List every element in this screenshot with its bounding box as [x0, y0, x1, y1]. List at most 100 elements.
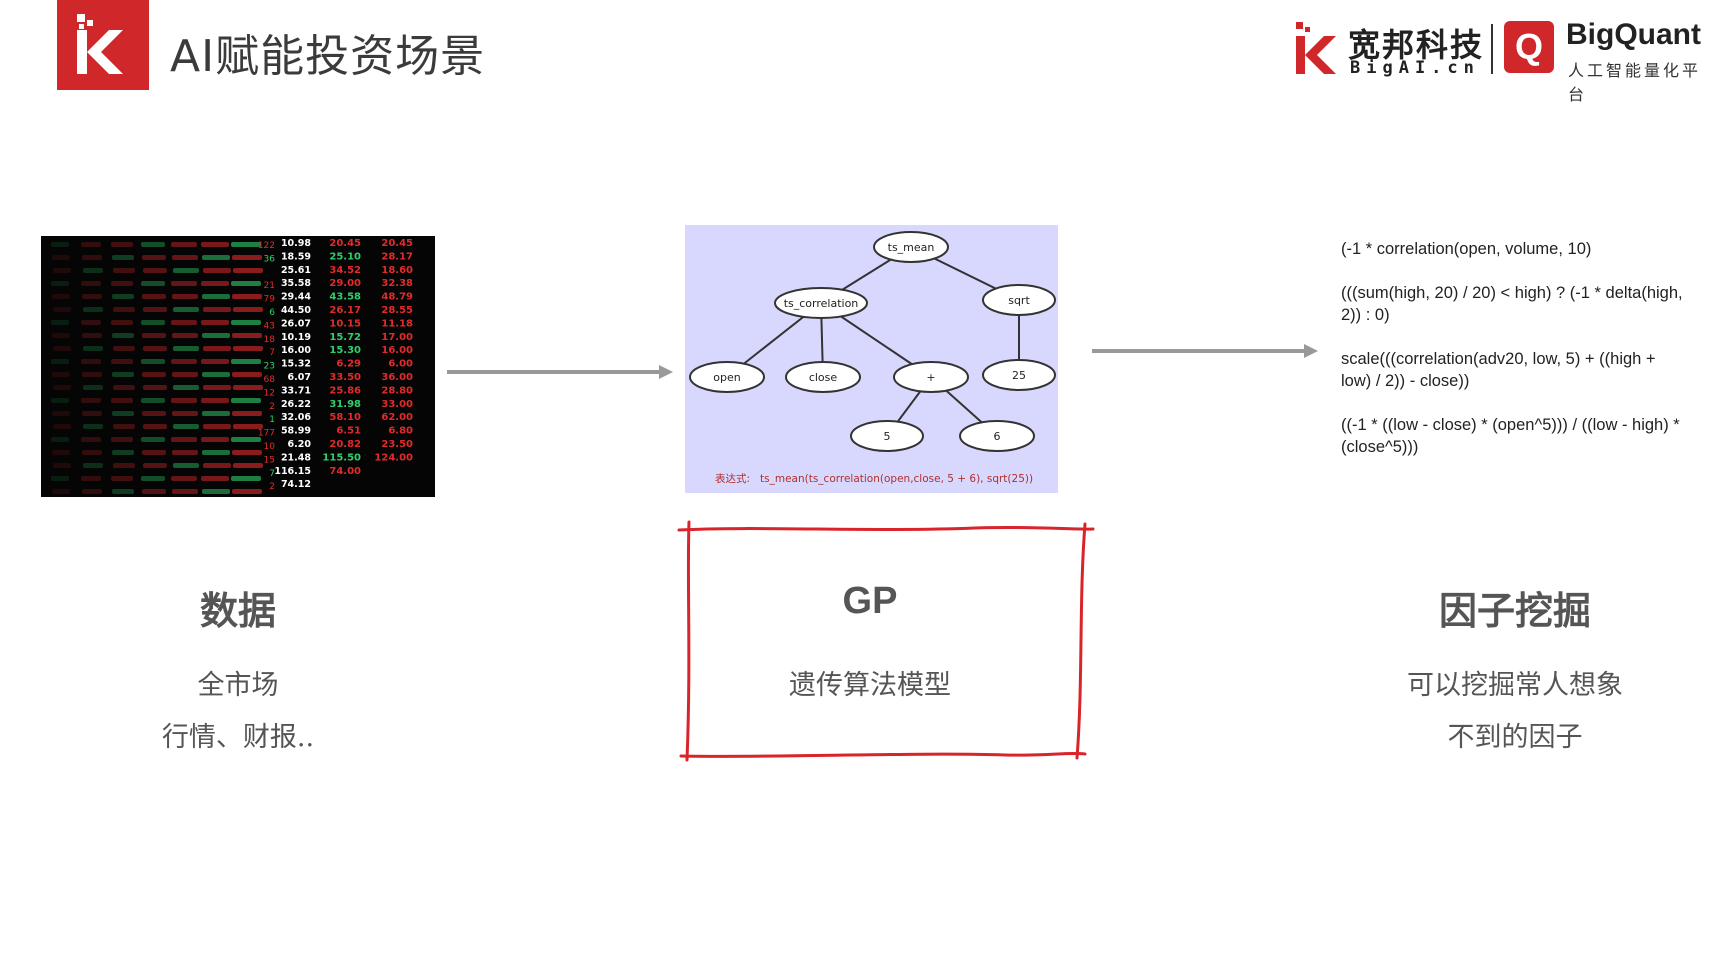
quote-price-cell: 6.00 — [388, 359, 413, 370]
brand-logo — [57, 0, 149, 90]
blurred-quote-cell — [171, 398, 197, 403]
blurred-quote-cell — [52, 294, 70, 299]
blurred-quote-cell — [231, 320, 261, 325]
quote-change-cell: 43 — [264, 321, 275, 331]
blurred-quote-cell — [142, 489, 166, 494]
quote-change-cell: 2 — [269, 402, 275, 412]
blurred-quote-cell — [232, 333, 262, 338]
blurred-quote-cell — [51, 476, 69, 481]
bigai-domain: BigAI.cn — [1350, 58, 1480, 78]
quote-price-cell: 25.10 — [329, 251, 361, 262]
blurred-quote-cell — [142, 372, 166, 377]
bigai-logo-icon — [1296, 22, 1336, 74]
blurred-quote-cell — [142, 450, 166, 455]
blurred-quote-cell — [173, 463, 199, 468]
blurred-quote-cell — [111, 281, 133, 286]
blurred-quote-cell — [171, 476, 197, 481]
blurred-quote-cell — [111, 359, 133, 364]
quote-change-cell: 10 — [264, 442, 276, 452]
quote-price-cell: 26.22 — [281, 399, 311, 410]
blurred-quote-cell — [142, 255, 166, 260]
blurred-quote-cell — [52, 411, 70, 416]
blurred-quote-cell — [143, 463, 167, 468]
quote-price-cell: 6.20 — [288, 439, 312, 450]
blurred-quote-cell — [83, 307, 103, 312]
quote-price-cell: 115.50 — [322, 452, 361, 463]
blurred-quote-cell — [112, 372, 134, 377]
blurred-quote-cell — [202, 411, 230, 416]
blurred-quote-cell — [172, 450, 198, 455]
blurred-quote-cell — [233, 463, 263, 468]
blurred-quote-cell — [83, 268, 103, 273]
blurred-quote-cell — [201, 281, 229, 286]
blurred-quote-cell — [111, 320, 133, 325]
blurred-quote-cell — [203, 307, 231, 312]
logo-divider — [1491, 24, 1493, 74]
blurred-quote-cell — [52, 333, 70, 338]
quote-change-cell: 68 — [264, 375, 276, 385]
blurred-quote-cell — [173, 346, 199, 351]
column-data-line1: 全市场 — [197, 670, 279, 701]
quote-price-cell: 26.07 — [281, 318, 311, 329]
quote-price-cell: 6.07 — [288, 372, 311, 383]
blurred-quote-cell — [203, 268, 231, 273]
quote-price-cell: 10.19 — [281, 332, 311, 343]
blurred-quote-cell — [141, 437, 165, 442]
blurred-quote-cell — [143, 385, 167, 390]
blurred-quote-cell — [143, 268, 167, 273]
blurred-quote-cell — [82, 450, 102, 455]
blurred-quote-cell — [173, 424, 199, 429]
blurred-quote-cell — [51, 242, 69, 247]
blurred-quote-cell — [141, 398, 165, 403]
blurred-quote-cell — [201, 359, 229, 364]
quote-change-cell: 177 — [258, 429, 275, 439]
blurred-quote-cell — [231, 437, 261, 442]
blurred-quote-cell — [143, 307, 167, 312]
blurred-quote-cell — [111, 437, 133, 442]
quote-price-cell: 33.00 — [381, 399, 413, 410]
stock-quote-image: 122 36 21 79 6 43 18 7 23 68 12 2 1 177 10 15 7 2 10.98 18.… — [41, 236, 435, 497]
blurred-quote-cell — [111, 476, 133, 481]
blurred-quote-cell — [172, 333, 198, 338]
blurred-quote-cell — [232, 450, 262, 455]
blurred-quote-cell — [81, 476, 101, 481]
blurred-quote-cell — [143, 346, 167, 351]
blurred-quote-cell — [141, 359, 165, 364]
slide-title: AI赋能投资场景 — [170, 31, 486, 82]
quote-price-cell: 20.45 — [329, 238, 361, 249]
blurred-quote-cell — [83, 424, 103, 429]
quote-change-cell: 36 — [264, 254, 276, 264]
blurred-quote-cell — [112, 450, 134, 455]
quote-change-cell: 18 — [264, 335, 276, 345]
blurred-quote-cell — [203, 424, 231, 429]
blurred-quote-cell — [232, 411, 262, 416]
formula-item: (((sum(high, 20) / 20) < high) ? (-1 * d… — [1341, 284, 1683, 324]
quote-price-cell: 16.00 — [381, 345, 413, 356]
blurred-quote-cell — [171, 242, 197, 247]
formula-item: scale(((correlation(adv20, low, 5) + ((h… — [1341, 350, 1656, 390]
quote-price-cell: 43.58 — [329, 292, 361, 303]
quote-price-cell: 48.79 — [381, 292, 413, 303]
blurred-quote-cell — [231, 398, 261, 403]
column-gp-subtitle: 遗传算法模型 — [740, 660, 1000, 712]
quote-price-cell: 74.00 — [329, 466, 361, 477]
flow-arrow-1 — [445, 362, 675, 382]
blurred-quote-cell — [173, 385, 199, 390]
blurred-quote-cell — [113, 346, 135, 351]
quote-price-cell: 29.00 — [329, 278, 361, 289]
blurred-quote-cell — [82, 411, 102, 416]
bigquant-name: BigQuant — [1566, 18, 1701, 51]
blurred-quote-cell — [202, 372, 230, 377]
blurred-quote-cell — [81, 281, 101, 286]
quote-price-cell: 28.80 — [381, 385, 413, 396]
blurred-quote-cell — [82, 294, 102, 299]
quote-price-cell: 23.50 — [381, 439, 413, 450]
tree-label-open: open — [713, 371, 740, 384]
blurred-quote-cell — [203, 346, 231, 351]
blurred-quote-cell — [83, 346, 103, 351]
quote-change-cell: 7 — [269, 348, 275, 358]
quote-price-cell: 29.44 — [281, 292, 311, 303]
blurred-quote-cell — [113, 307, 135, 312]
quote-price-cell: 33.50 — [329, 372, 361, 383]
blurred-quote-cell — [51, 437, 69, 442]
